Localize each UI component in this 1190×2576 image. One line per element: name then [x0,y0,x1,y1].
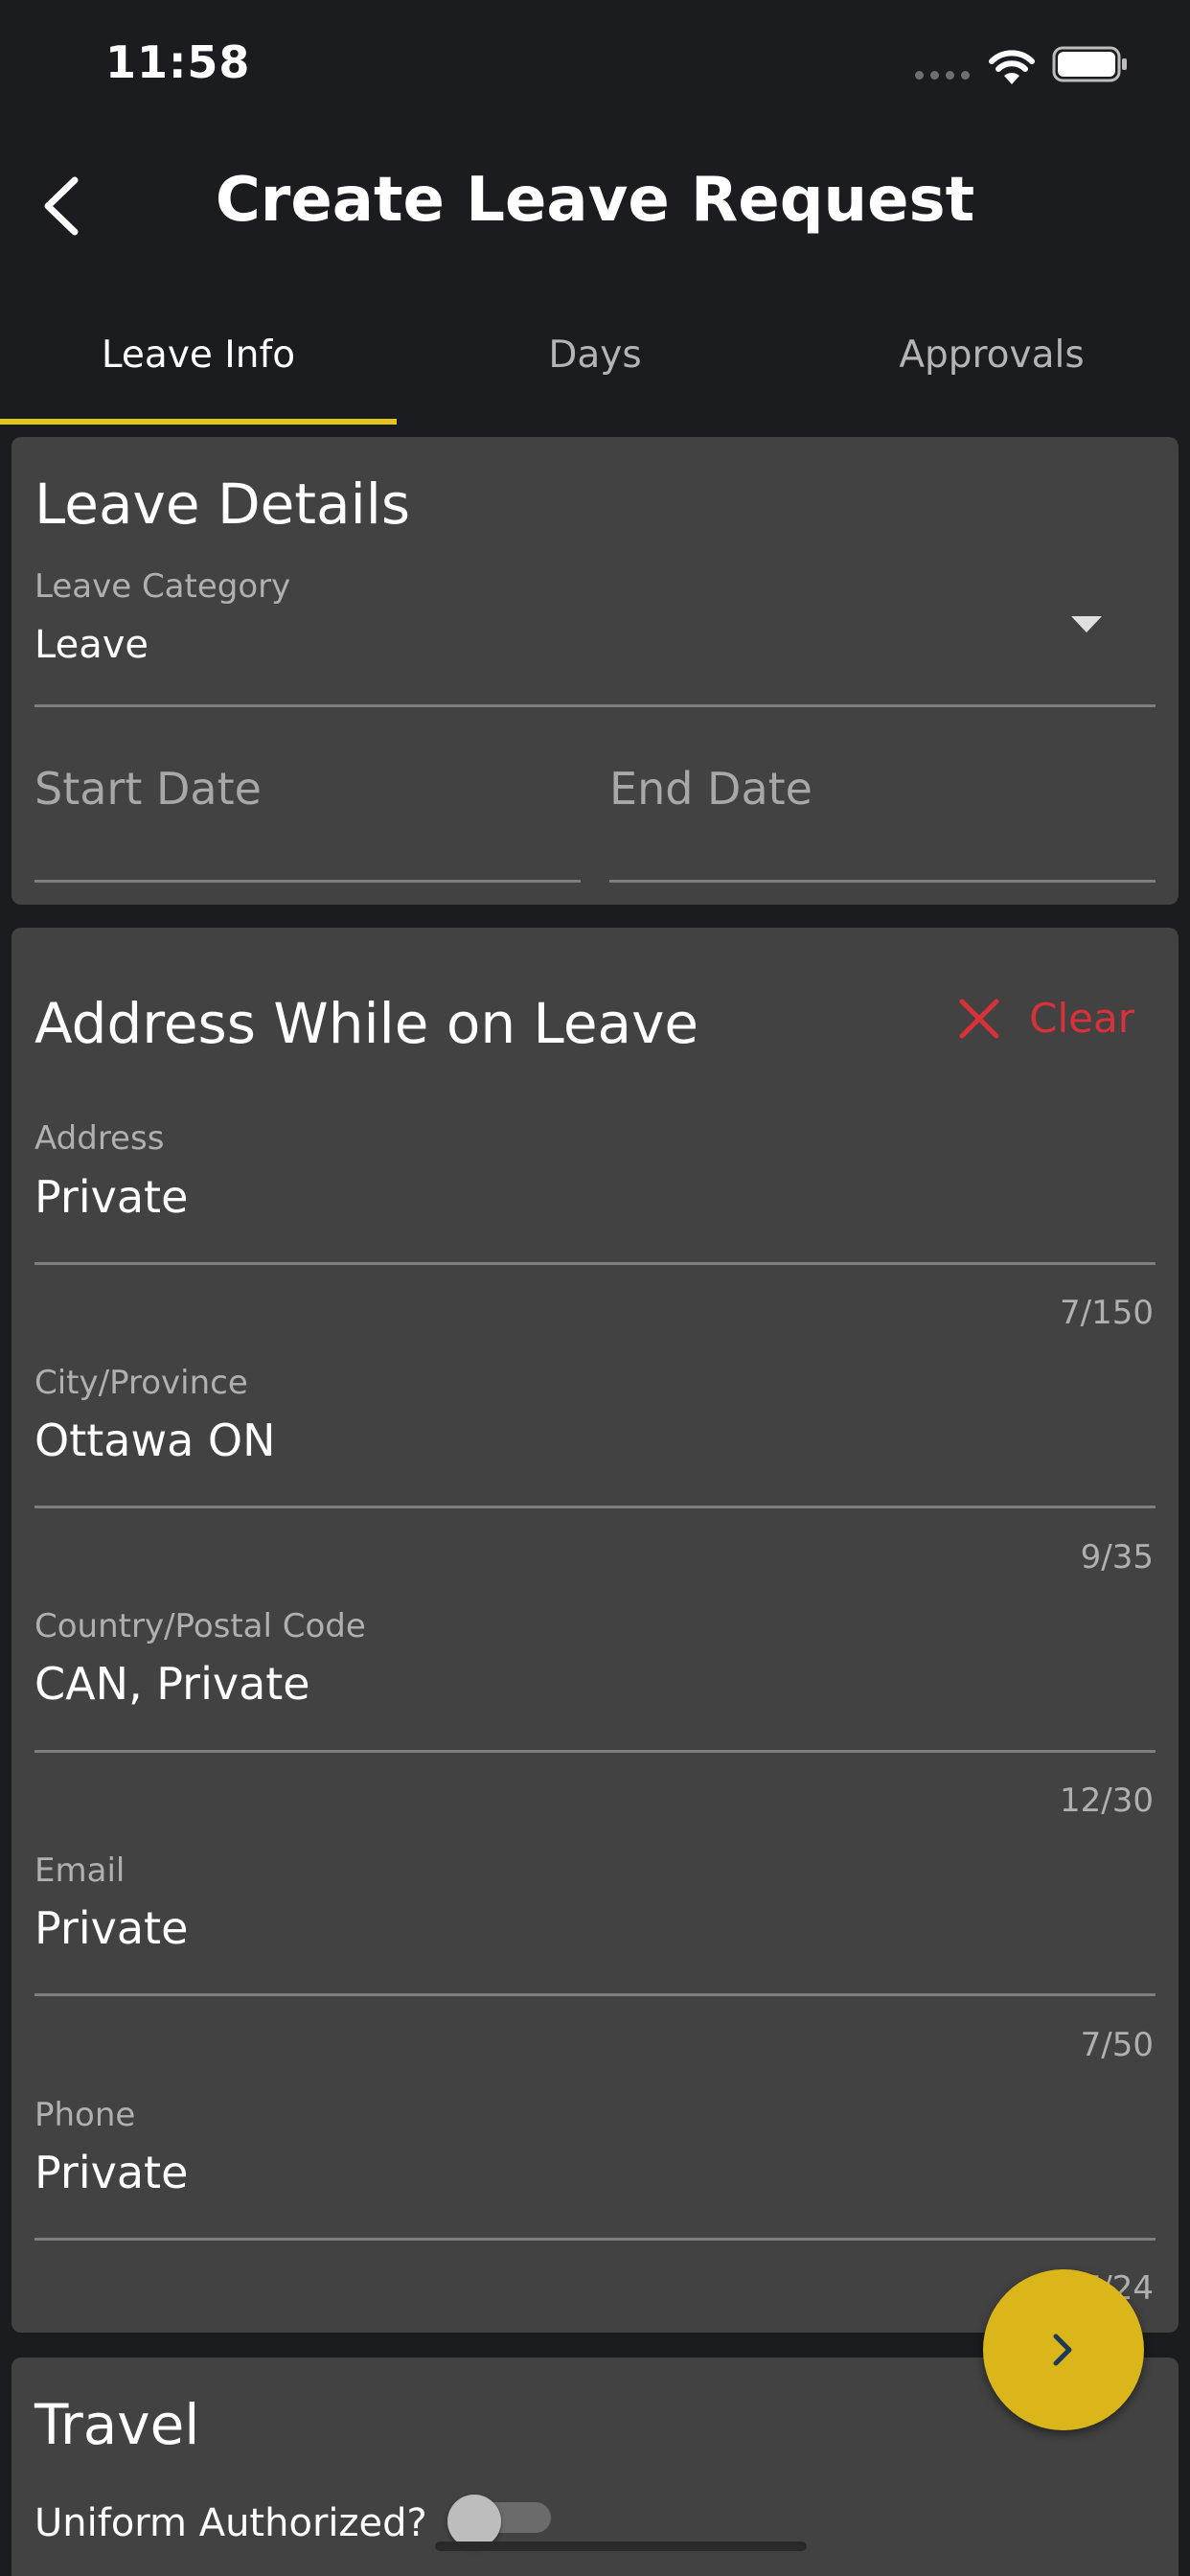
status-time: 11:58 [105,36,251,88]
tab-approvals[interactable]: Approvals [793,316,1190,427]
phone-underline [34,2238,1156,2241]
address-value: Private [34,1171,189,1223]
signal-icon [915,71,970,80]
country-postal-value: CAN, Private [34,1658,310,1710]
country-postal-underline [34,1750,1156,1753]
next-button[interactable] [983,2269,1144,2430]
address-char-counter: 7/150 [1060,1294,1154,1332]
phone-label: Phone [34,2096,136,2134]
uniform-authorized-label: Uniform Authorized? [34,2501,427,2545]
email-underline [34,1993,1156,1996]
end-date-placeholder: End Date [609,763,812,815]
city-province-char-counter: 9/35 [1080,1538,1154,1576]
address-label: Address [34,1119,165,1158]
active-tab-indicator [0,419,397,425]
email-char-counter: 7/50 [1080,2026,1154,2064]
battery-icon [1052,46,1127,82]
address-card: Address While on Leave Clear Address Pri… [11,928,1179,2333]
city-province-value: Ottawa ON [34,1414,276,1466]
country-postal-char-counter: 12/30 [1060,1782,1154,1820]
travel-title: Travel [34,2392,200,2457]
address-section-title: Address While on Leave [34,991,699,1056]
tab-days[interactable]: Days [397,316,793,427]
leave-category-value: Leave [34,623,149,667]
start-date-placeholder: Start Date [34,763,262,815]
dropdown-arrow-icon [1071,616,1102,632]
start-date-underline [34,880,581,883]
leave-category-label: Leave Category [34,567,291,606]
screen: 11:58 Create Leave Request Leave Info Da… [0,0,1190,2576]
chevron-right-icon [1053,2334,1072,2366]
city-province-label: City/Province [34,1364,248,1402]
phone-value: Private [34,2147,189,2198]
leave-details-card: Leave Details Leave Category Leave Start… [11,437,1179,905]
tab-leave-info[interactable]: Leave Info [0,316,397,427]
country-postal-label: Country/Postal Code [34,1607,366,1645]
tab-bar: Leave Info Days Approvals [0,316,1190,427]
address-underline [34,1262,1156,1265]
uniform-authorized-toggle[interactable] [447,2495,551,2548]
home-indicator [435,2542,807,2551]
leave-details-title: Leave Details [34,472,411,537]
clear-label: Clear [1029,995,1134,1042]
end-date-underline [609,880,1156,883]
leave-category-underline [34,704,1156,707]
email-value: Private [34,1902,189,1954]
page-title: Create Leave Request [215,165,975,236]
toggle-thumb [447,2495,501,2548]
email-label: Email [34,1852,126,1890]
status-bar: 11:58 [0,0,1190,130]
wifi-icon [989,50,1035,84]
clear-button[interactable]: Clear [958,995,1134,1042]
close-icon [959,999,999,1038]
city-province-underline [34,1506,1156,1508]
